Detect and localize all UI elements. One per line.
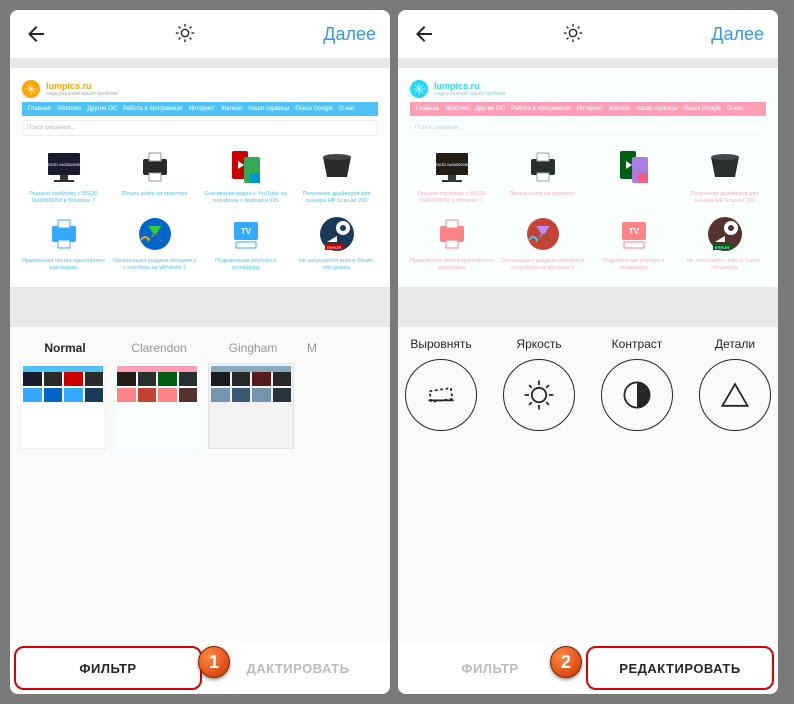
svg-text:BSOD 0x00000050: BSOD 0x00000050 [434,162,469,167]
tab-edit[interactable]: ДАКТИРОВАТЬ [206,642,390,694]
header: Далее [398,10,778,58]
filter-more[interactable]: M [302,333,322,642]
header: Далее [10,10,390,58]
filter-clarendon[interactable]: Clarendon [114,333,204,642]
site-tagline: сюда решений ваших проблем [46,91,117,97]
site-logo-icon [22,80,40,98]
back-icon[interactable] [24,22,48,46]
brightness-tool-icon [503,359,575,431]
search-input: Поиск решения... [22,120,378,136]
bottom-tabs: ФИЛЬТР РЕДАКТИРОВАТЬ [398,642,778,694]
filter-gingham[interactable]: Gingham [208,333,298,642]
next-button[interactable]: Далее [711,24,764,45]
svg-text:TV: TV [628,227,639,236]
back-icon[interactable] [412,22,436,46]
site-name: lumpics.ru [434,81,505,91]
site-name: lumpics.ru [46,81,117,91]
annotation-badge-2: 2 [550,646,582,678]
filter-normal[interactable]: Normal [20,333,110,642]
edit-tools-row: Выровнять Яркость Контраст Детали [398,327,778,642]
site-logo-icon [410,80,428,98]
tool-straighten[interactable]: Выровнять [405,337,477,632]
svg-text:BSOD 0x00000050: BSOD 0x00000050 [46,162,81,167]
image-preview: lumpics.ru сюда решений ваших проблем Гл… [398,68,778,287]
svg-text:TV: TV [240,227,251,236]
site-tagline: сюда решений ваших проблем [434,91,505,97]
brightness-icon[interactable] [174,22,198,46]
phone-right: Далее lumpics.ru сюда решений ваших проб… [398,10,778,694]
phone-left: Далее lumpics.ru сюда решений ваших проб… [10,10,390,694]
brightness-icon[interactable] [562,22,586,46]
tab-filter[interactable]: ФИЛЬТР [14,646,202,690]
tool-details[interactable]: Детали [699,337,771,632]
details-icon [699,359,771,431]
site-nav: ГлавнаяWindowsДругие ОСРабота в программ… [22,102,378,116]
svg-text:ERROR: ERROR [714,245,729,250]
tab-edit[interactable]: РЕДАКТИРОВАТЬ [586,646,774,690]
tool-contrast[interactable]: Контраст [601,337,673,632]
filters-row: Normal Clarendon Gingham M [10,327,390,642]
image-preview: lumpics.ru сюда решений ваших проблем Гл… [10,68,390,287]
site-nav: ГлавнаяWindowsДругие ОСРабота в программ… [410,102,766,116]
search-input: Поиск решения... [410,120,766,136]
contrast-icon [601,359,673,431]
annotation-badge-1: 1 [198,646,230,678]
svg-text:ERROR: ERROR [326,245,341,250]
tool-brightness[interactable]: Яркость [503,337,575,632]
next-button[interactable]: Далее [323,24,376,45]
straighten-icon [405,359,477,431]
